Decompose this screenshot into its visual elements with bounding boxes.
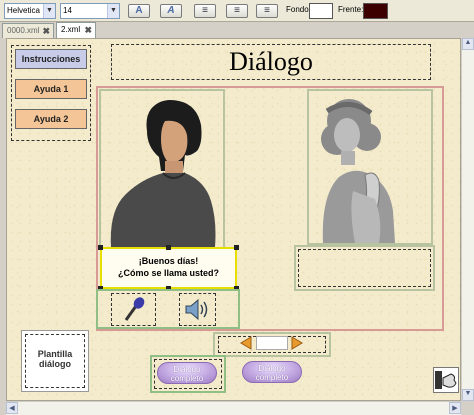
- arrow-left-icon: [240, 336, 252, 350]
- scroll-down-icon[interactable]: ▼: [462, 389, 474, 401]
- title-box[interactable]: Diálogo: [111, 44, 431, 80]
- microphone-icon: [124, 297, 145, 321]
- response-text-box[interactable]: [294, 245, 435, 291]
- font-family-select[interactable]: Helvetica ▼: [4, 3, 56, 19]
- text-italic-a-icon: A: [167, 5, 175, 16]
- text-style-button-1[interactable]: A: [128, 4, 150, 18]
- woman-image: [321, 99, 395, 243]
- page-indicator: [256, 336, 288, 350]
- text-a-icon: A: [135, 5, 143, 16]
- instrucciones-button[interactable]: Instrucciones: [15, 49, 87, 69]
- play-audio-button[interactable]: [179, 293, 216, 326]
- tab-label: 2.xml: [61, 25, 81, 34]
- chevron-down-icon[interactable]: ▼: [107, 4, 119, 18]
- formatting-toolbar: Helvetica ▼ 14 ▼ A A ≡ ≡ ≡ Fondo: Frente…: [0, 0, 474, 22]
- text-style-button-2[interactable]: A: [160, 4, 182, 18]
- document-tabs: 0000.xml ✖ 2.xml ✖: [0, 22, 474, 38]
- ayuda1-button[interactable]: Ayuda 1: [15, 79, 87, 99]
- exit-button[interactable]: [433, 367, 459, 393]
- scroll-up-icon[interactable]: ▲: [462, 38, 474, 50]
- man-image-frame[interactable]: [99, 89, 225, 249]
- dialogo-completo-button-1[interactable]: Diálogo completo: [157, 362, 217, 384]
- woman-image-frame[interactable]: [307, 89, 433, 245]
- tab-0000-xml[interactable]: 0000.xml ✖: [2, 23, 54, 38]
- man-silhouette-image: [110, 100, 216, 247]
- align-left-icon: ≡: [202, 5, 208, 16]
- ayuda2-button[interactable]: Ayuda 2: [15, 109, 87, 129]
- font-size-select[interactable]: 14 ▼: [60, 3, 120, 19]
- exit-hand-icon: [435, 371, 457, 389]
- plantilla-line-1: Plantilla: [37, 349, 73, 359]
- speech-line-2: ¿Cómo se llama usted?: [117, 268, 220, 278]
- prev-button[interactable]: [239, 336, 253, 350]
- foreground-color-swatch[interactable]: [363, 3, 388, 19]
- plantilla-line-2: diálogo: [39, 359, 71, 369]
- chevron-down-icon[interactable]: ▼: [43, 4, 55, 18]
- dialogo-completo-button-2[interactable]: Diálogo completo: [242, 361, 302, 383]
- arrow-right-icon: [291, 336, 303, 350]
- scroll-left-icon[interactable]: ◀: [6, 402, 18, 414]
- background-color-swatch[interactable]: [309, 3, 333, 19]
- next-button[interactable]: [290, 336, 304, 350]
- tab-2-xml[interactable]: 2.xml ✖: [56, 22, 96, 38]
- align-right-icon: ≡: [264, 5, 270, 16]
- speech-text-box[interactable]: ¡Buenos días! ¿Cómo se llama usted?: [98, 245, 239, 291]
- plantilla-dialogo-box[interactable]: Plantilla diálogo: [21, 330, 89, 392]
- horizontal-scrollbar[interactable]: ◀ ▶: [6, 401, 461, 415]
- tab-label: 0000.xml: [7, 26, 40, 35]
- font-family-value: Helvetica: [7, 6, 40, 15]
- font-size-value: 14: [63, 6, 72, 15]
- page-title: Diálogo: [229, 47, 313, 76]
- speaker-icon: [185, 298, 208, 321]
- frente-label: Frente:: [338, 5, 364, 14]
- align-center-icon: ≡: [234, 5, 240, 16]
- align-right-button[interactable]: ≡: [256, 4, 278, 18]
- record-button[interactable]: [111, 293, 156, 326]
- resize-handle[interactable]: [234, 245, 239, 250]
- close-icon[interactable]: ✖: [84, 23, 92, 37]
- fondo-label: Fondo:: [286, 5, 311, 14]
- slide-canvas: Diálogo Instrucciones Ayuda 1 Ayuda 2 ¡B…: [6, 38, 461, 401]
- speech-line-1: ¡Buenos días!: [138, 256, 199, 266]
- response-inner-area[interactable]: [298, 249, 431, 287]
- vertical-scrollbar[interactable]: ▲ ▼: [461, 38, 474, 401]
- close-icon[interactable]: ✖: [42, 24, 50, 38]
- align-left-button[interactable]: ≡: [194, 4, 216, 18]
- resize-handle[interactable]: [166, 245, 171, 250]
- resize-handle[interactable]: [98, 245, 103, 250]
- scroll-right-icon[interactable]: ▶: [449, 402, 461, 414]
- align-center-button[interactable]: ≡: [226, 4, 248, 18]
